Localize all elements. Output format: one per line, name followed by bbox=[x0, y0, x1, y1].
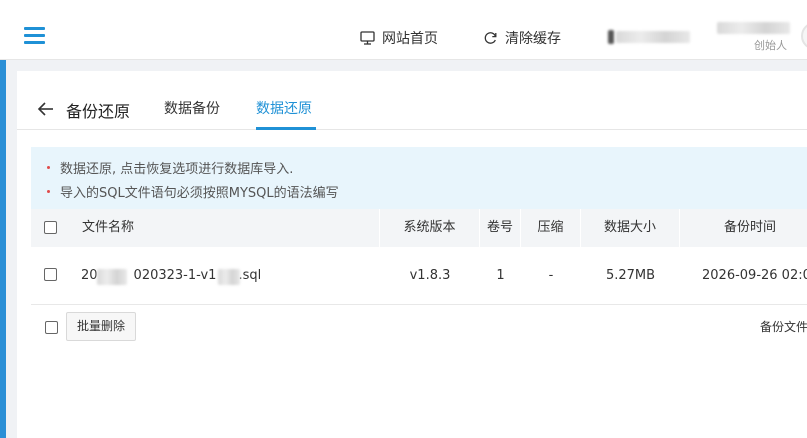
col-size: 数据大小 bbox=[581, 209, 680, 247]
home-link-label: 网站首页 bbox=[382, 31, 438, 47]
active-tab-indicator bbox=[256, 127, 316, 130]
notice-text: 导入的SQL文件语句必须按照MYSQL的语法编写 bbox=[60, 186, 339, 201]
redacted-filename-part bbox=[218, 269, 240, 285]
col-version: 系统版本 bbox=[380, 209, 480, 247]
file-name-suffix: .sql bbox=[238, 268, 262, 283]
col-compress: 压缩 bbox=[521, 209, 581, 247]
footer-info-text: 备份文件 bbox=[760, 320, 807, 334]
notice-line: 导入的SQL文件语句必须按照MYSQL的语法编写 bbox=[47, 182, 339, 201]
page-title: 备份还原 bbox=[66, 102, 131, 121]
menu-toggle-icon[interactable] bbox=[24, 27, 45, 45]
file-name-middle: 020323-1-v1 bbox=[133, 268, 217, 283]
user-role: 创始人 bbox=[754, 39, 787, 52]
redacted-filename-part bbox=[97, 269, 127, 285]
back-arrow-icon[interactable] bbox=[36, 99, 56, 119]
page-header: 备份还原 数据备份 数据还原 bbox=[17, 71, 807, 130]
bullet-icon bbox=[47, 190, 50, 193]
tab-data-backup[interactable]: 数据备份 bbox=[164, 98, 220, 118]
notice-line: 数据还原, 点击恢复选项进行数据库导入. bbox=[47, 158, 293, 177]
sidebar-accent bbox=[0, 60, 6, 438]
col-backup-time: 备份时间 bbox=[680, 209, 807, 247]
batch-delete-button[interactable]: 批量删除 bbox=[66, 312, 136, 341]
bullet-icon bbox=[47, 166, 50, 169]
top-header: 网站首页 清除缓存 创始人 bbox=[0, 0, 807, 60]
time-cell: 2026-09-26 02:03: bbox=[702, 268, 807, 283]
redacted-username bbox=[717, 22, 790, 34]
tab-data-restore[interactable]: 数据还原 bbox=[256, 98, 312, 118]
compress-cell: - bbox=[548, 268, 554, 283]
footer-select-all-checkbox[interactable] bbox=[45, 321, 58, 334]
home-link[interactable]: 网站首页 bbox=[360, 28, 438, 48]
row-checkbox[interactable] bbox=[44, 268, 57, 281]
table-footer: 批量删除 备份文件 bbox=[31, 310, 807, 350]
redacted-site-name bbox=[616, 31, 690, 43]
table-header: 文件名称 系统版本 卷号 压缩 数据大小 备份时间 bbox=[31, 209, 807, 247]
notice-box: 数据还原, 点击恢复选项进行数据库导入. 导入的SQL文件语句必须按照MYSQL… bbox=[31, 147, 807, 209]
table-row: 20 020323-1-v1 .sql v1.8.3 1 - 5.27MB 2026… bbox=[31, 247, 807, 305]
clear-cache-label: 清除缓存 bbox=[505, 31, 561, 47]
version-cell: v1.8.3 bbox=[409, 268, 451, 283]
file-name-prefix: 20 bbox=[81, 268, 98, 283]
select-all-checkbox[interactable] bbox=[44, 221, 57, 234]
volume-cell: 1 bbox=[496, 268, 505, 283]
redacted-block bbox=[608, 30, 614, 44]
notice-text: 数据还原, 点击恢复选项进行数据库导入. bbox=[60, 162, 294, 177]
clear-cache-button[interactable]: 清除缓存 bbox=[483, 28, 561, 48]
col-volume: 卷号 bbox=[480, 209, 521, 247]
refresh-icon bbox=[484, 32, 497, 44]
size-cell: 5.27MB bbox=[605, 268, 656, 283]
main-card: 备份还原 数据备份 数据还原 数据还原, 点击恢复选项进行数据库导入. 导入的S… bbox=[17, 71, 807, 438]
avatar[interactable] bbox=[801, 22, 807, 50]
monitor-icon bbox=[360, 31, 375, 45]
col-file-name: 文件名称 bbox=[71, 209, 380, 247]
